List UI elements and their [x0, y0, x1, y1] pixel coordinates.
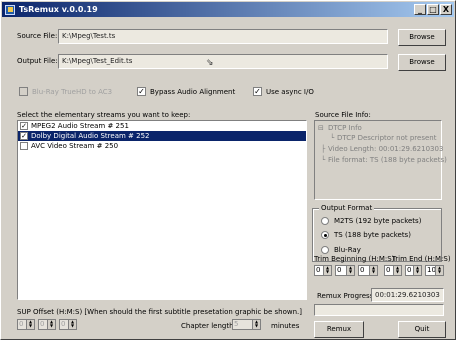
tree-node-file-format: File format: TS (188 byte packets) — [328, 156, 447, 164]
window-title: TsRemux v.0.0.19 — [19, 5, 98, 14]
tree-connector-icon: ├ — [321, 145, 326, 153]
checkmark-icon: ✓ — [253, 87, 262, 96]
chapter-length-label: Chapter length: — [181, 322, 236, 330]
spin-arrows-icon[interactable]: ▲ ▼ — [393, 265, 402, 276]
streams-label: Select the elementary streams you want t… — [17, 111, 191, 119]
source-file-label: Source File: — [17, 32, 58, 40]
title-bar[interactable]: TsRemux v.0.0.19 _ □ X — [2, 2, 454, 17]
checkbox-box[interactable] — [20, 142, 28, 150]
sup-offset-seconds[interactable]: 0 ▲ ▼ — [59, 319, 77, 330]
stream-item-avc[interactable]: AVC Video Stream # 250 — [18, 141, 306, 151]
output-format-group: Output Format M2TS (192 byte packets) TS… — [312, 204, 442, 262]
spin-arrows-icon[interactable]: ▲ ▼ — [369, 265, 378, 276]
radio-ts[interactable]: TS (188 byte packets) — [321, 231, 411, 239]
trim-begin-minutes[interactable]: 0 ▲ ▼ — [335, 265, 355, 276]
output-browse-button[interactable]: Browse — [398, 54, 446, 71]
spin-arrows-icon[interactable]: ▲ ▼ — [323, 265, 332, 276]
checkbox-box — [19, 87, 28, 96]
sup-offset-label: SUP Offset (H:M:S) [When should the firs… — [17, 308, 303, 316]
radio-selected-icon — [321, 231, 329, 239]
async-io-checkbox[interactable]: ✓ Use async I/O — [253, 87, 314, 96]
radio-bluray[interactable]: Blu-Ray — [321, 246, 361, 254]
spin-arrows-icon[interactable]: ▲ ▼ — [252, 319, 261, 330]
sup-offset-minutes[interactable]: 0 ▲ ▼ — [38, 319, 56, 330]
close-button[interactable]: X — [440, 4, 452, 15]
spin-arrows-icon[interactable]: ▲ ▼ — [413, 265, 422, 276]
bypass-audio-checkbox[interactable]: ✓ Bypass Audio Alignment — [137, 87, 235, 96]
checkmark-icon: ✓ — [137, 87, 146, 96]
spin-arrows-icon[interactable]: ▲ ▼ — [435, 265, 444, 276]
chapter-length-spinner[interactable]: 5 ▲ ▼ — [232, 319, 261, 330]
mouse-cursor-icon: ⇘ — [206, 58, 214, 68]
trim-end-label: Trim End (H:M:S) — [392, 255, 451, 263]
bluray-truehd-checkbox[interactable]: Blu-Ray TrueHD to AC3 — [19, 87, 112, 96]
output-file-input[interactable]: K:\Mpeg\Test_Edit.ts — [58, 54, 388, 69]
checkmark-icon[interactable]: ✓ — [20, 122, 28, 130]
tree-connector-icon: └ — [330, 134, 335, 142]
quit-button[interactable]: Quit — [398, 321, 446, 338]
app-icon — [5, 4, 15, 15]
radio-icon — [321, 217, 329, 225]
output-format-title: Output Format — [319, 204, 375, 212]
progress-bar — [314, 304, 444, 316]
maximize-button[interactable]: □ — [427, 4, 439, 15]
spin-arrows-icon[interactable]: ▲ ▼ — [47, 319, 56, 330]
spin-arrows-icon[interactable]: ▲ ▼ — [26, 319, 35, 330]
spin-arrows-icon[interactable]: ▲ ▼ — [68, 319, 77, 330]
remux-progress-value: 00:01:29.6210303 — [371, 288, 444, 302]
trim-end-seconds[interactable]: 10 ▲ ▼ — [425, 265, 444, 276]
spin-arrows-icon[interactable]: ▲ ▼ — [346, 265, 355, 276]
minimize-button[interactable]: _ — [414, 4, 426, 15]
checkmark-icon[interactable]: ✓ — [20, 132, 28, 140]
remux-progress-label: Remux Progress: — [317, 292, 376, 300]
main-window: TsRemux v.0.0.19 _ □ X Source File: K:\M… — [0, 0, 456, 340]
chapter-length-unit: minutes — [271, 322, 300, 330]
trim-end-hours[interactable]: 0 ▲ ▼ — [384, 265, 402, 276]
source-file-input[interactable]: K:\Mpeg\Test.ts — [58, 29, 388, 44]
stream-item-dolby[interactable]: ✓ Dolby Digital Audio Stream # 252 — [18, 131, 306, 141]
trim-begin-hours[interactable]: 0 ▲ ▼ — [314, 265, 332, 276]
radio-icon — [321, 246, 329, 254]
sup-offset-hours[interactable]: 0 ▲ ▼ — [17, 319, 35, 330]
tree-node-dtcp-descriptor: DTCP Descriptor not present — [337, 134, 437, 142]
remux-button[interactable]: Remux — [314, 321, 364, 338]
streams-list[interactable]: ✓ MPEG2 Audio Stream # 251 ✓ Dolby Digit… — [17, 120, 307, 300]
trim-end-minutes[interactable]: 0 ▲ ▼ — [405, 265, 422, 276]
source-info-tree[interactable]: ⊟ DTCP Info └ DTCP Descriptor not presen… — [314, 120, 447, 200]
expand-icon[interactable]: ⊟ — [318, 124, 324, 132]
stream-item-mpeg2[interactable]: ✓ MPEG2 Audio Stream # 251 — [18, 121, 306, 131]
radio-m2ts[interactable]: M2TS (192 byte packets) — [321, 217, 421, 225]
source-info-label: Source File Info: — [315, 111, 371, 119]
source-browse-button[interactable]: Browse — [398, 29, 446, 46]
trim-begin-seconds[interactable]: 0 ▲ ▼ — [358, 265, 378, 276]
output-file-label: Output File: — [17, 57, 58, 65]
tree-node-dtcp-info: DTCP Info — [328, 124, 362, 132]
tree-node-video-length: Video Length: 00:01:29.6210303 — [328, 145, 444, 153]
tree-connector-icon: └ — [321, 156, 326, 164]
trim-begin-label: Trim Beginning (H:M:S) — [314, 255, 395, 263]
